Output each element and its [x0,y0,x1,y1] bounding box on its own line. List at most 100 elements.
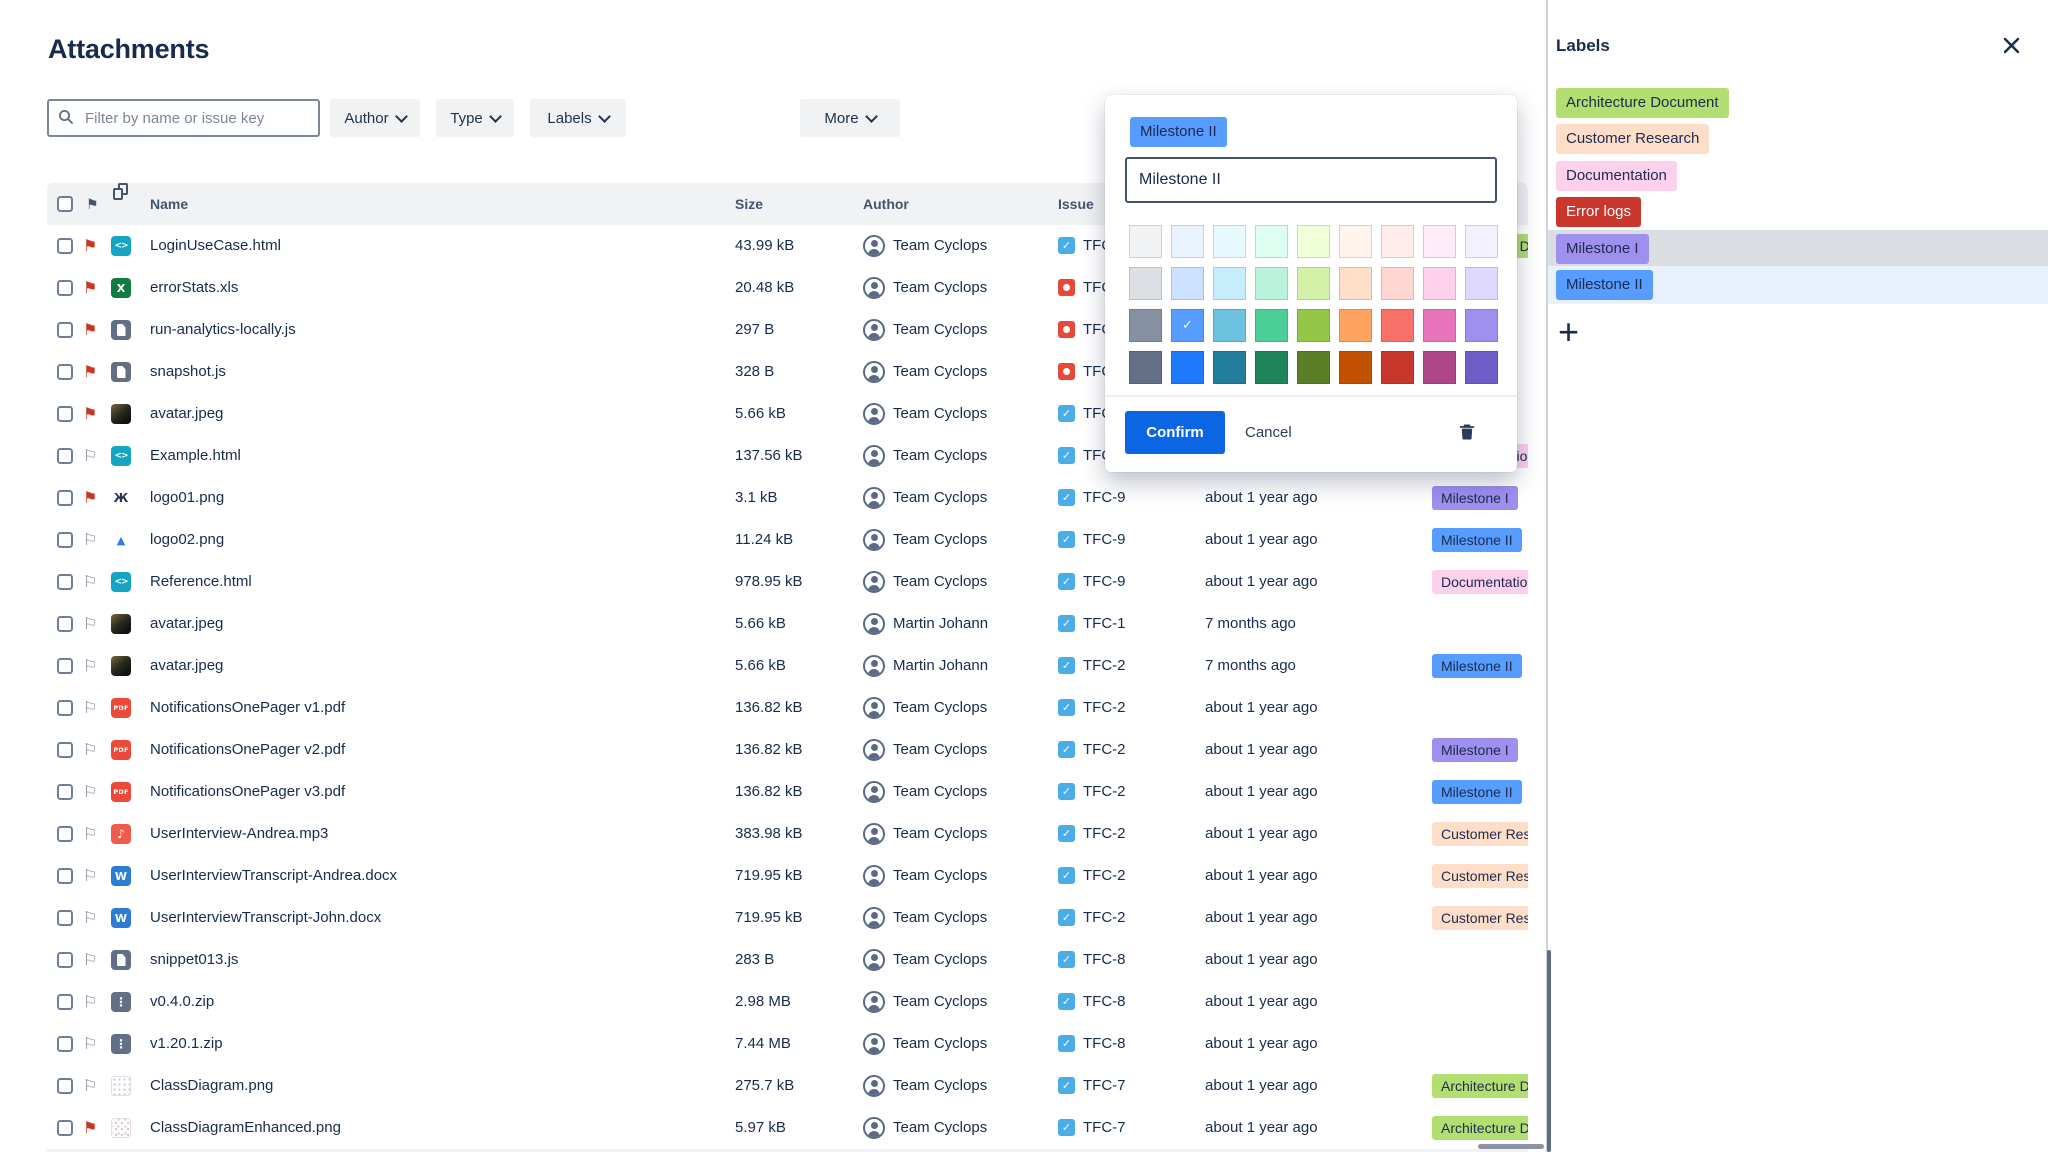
flag-outline-icon[interactable]: ⚐ [83,519,97,561]
color-swatch[interactable] [1255,351,1288,384]
label-pill[interactable]: Documentation [1432,570,1528,594]
filter-dropdown-more[interactable]: More [800,99,900,137]
flag-outline-icon[interactable]: ⚐ [83,729,97,771]
issue-key-link[interactable]: TFC-7 [1083,1065,1126,1107]
attachment-name-link[interactable]: ClassDiagram.png [150,1065,273,1107]
flag-outline-icon[interactable]: ⚐ [83,561,97,603]
color-swatch[interactable] [1381,309,1414,342]
issue-key-link[interactable]: TFC-2 [1083,645,1126,687]
attachment-name-link[interactable]: avatar.jpeg [150,603,223,645]
label-pill[interactable]: Milestone II [1432,654,1522,678]
flag-outline-icon[interactable]: ⚐ [83,1023,97,1065]
color-swatch[interactable] [1423,309,1456,342]
label-chip[interactable]: Milestone I [1556,234,1649,264]
issue-key-link[interactable]: TFC-9 [1083,561,1126,603]
row-checkbox[interactable] [57,1120,73,1136]
column-header-author[interactable]: Author [863,183,909,225]
color-swatch[interactable]: ✓ [1171,309,1204,342]
attachment-name-link[interactable]: run-analytics-locally.js [150,309,296,351]
flag-outline-icon[interactable]: ⚐ [83,981,97,1023]
color-swatch[interactable] [1339,309,1372,342]
add-label-button[interactable]: + [1558,312,1579,352]
flag-outline-icon[interactable]: ⚐ [83,645,97,687]
issue-key-link[interactable]: TFC-1 [1083,603,1126,645]
confirm-button[interactable]: Confirm [1125,411,1225,454]
attachment-name-link[interactable]: errorStats.xls [150,267,238,309]
label-pill[interactable]: Milestone I [1432,738,1518,762]
color-swatch[interactable] [1381,225,1414,258]
attachment-name-link[interactable]: UserInterview-Andrea.mp3 [150,813,328,855]
attachment-name-link[interactable]: snapshot.js [150,351,226,393]
select-all-checkbox[interactable] [57,196,73,212]
filter-dropdown-type[interactable]: Type [436,99,514,137]
vertical-scrollbar-thumb[interactable] [1547,950,1551,1152]
row-checkbox[interactable] [57,658,73,674]
flag-filled-icon[interactable]: ⚑ [83,477,97,519]
color-swatch[interactable] [1465,351,1498,384]
color-swatch[interactable] [1171,267,1204,300]
row-checkbox[interactable] [57,952,73,968]
color-swatch[interactable] [1213,225,1246,258]
issue-key-link[interactable]: TFC-8 [1083,981,1126,1023]
row-checkbox[interactable] [57,700,73,716]
attachment-name-link[interactable]: logo01.png [150,477,224,519]
row-checkbox[interactable] [57,616,73,632]
label-pill[interactable]: Milestone II [1432,780,1522,804]
label-chip[interactable]: Milestone II [1556,270,1653,300]
cancel-button[interactable]: Cancel [1245,411,1292,454]
delete-label-trash-icon[interactable] [1457,422,1477,442]
row-checkbox[interactable] [57,994,73,1010]
color-swatch[interactable] [1381,267,1414,300]
row-checkbox[interactable] [57,322,73,338]
flag-filled-icon[interactable]: ⚑ [83,267,97,309]
flag-outline-icon[interactable]: ⚐ [83,1065,97,1107]
row-checkbox[interactable] [57,364,73,380]
color-swatch[interactable] [1339,225,1372,258]
issue-key-link[interactable]: TFC-2 [1083,897,1126,939]
label-pill[interactable]: Customer Research [1432,864,1528,888]
flag-filled-icon[interactable]: ⚑ [83,225,97,267]
flag-outline-icon[interactable]: ⚐ [83,435,97,477]
label-name-input[interactable] [1125,157,1497,203]
column-header-size[interactable]: Size [735,183,763,225]
issue-key-link[interactable]: TFC-9 [1083,519,1126,561]
row-checkbox[interactable] [57,868,73,884]
row-checkbox[interactable] [57,238,73,254]
color-swatch[interactable] [1213,267,1246,300]
color-swatch[interactable] [1171,225,1204,258]
row-checkbox[interactable] [57,826,73,842]
row-checkbox[interactable] [57,448,73,464]
attachment-name-link[interactable]: avatar.jpeg [150,393,223,435]
color-swatch[interactable] [1423,267,1456,300]
attachment-name-link[interactable]: ClassDiagramEnhanced.png [150,1107,341,1149]
label-pill[interactable]: Architecture Document [1432,1074,1528,1098]
attachment-name-link[interactable]: UserInterviewTranscript-John.docx [150,897,381,939]
color-swatch[interactable] [1213,309,1246,342]
flag-outline-icon[interactable]: ⚐ [83,897,97,939]
flag-outline-icon[interactable]: ⚐ [83,855,97,897]
attachment-name-link[interactable]: logo02.png [150,519,224,561]
flag-outline-icon[interactable]: ⚐ [83,687,97,729]
issue-key-link[interactable]: TFC-7 [1083,1107,1126,1149]
label-pill[interactable]: Customer Research [1432,822,1528,846]
attachment-name-link[interactable]: UserInterviewTranscript-Andrea.docx [150,855,397,897]
label-pill[interactable]: Customer Research [1432,906,1528,930]
color-swatch[interactable] [1171,351,1204,384]
color-swatch[interactable] [1339,267,1372,300]
row-checkbox[interactable] [57,1078,73,1094]
issue-key-link[interactable]: TFC-2 [1083,771,1126,813]
flag-outline-icon[interactable]: ⚐ [83,939,97,981]
attachment-name-link[interactable]: Reference.html [150,561,252,603]
flag-filled-icon[interactable]: ⚑ [83,351,97,393]
attachment-name-link[interactable]: LoginUseCase.html [150,225,281,267]
label-chip[interactable]: Documentation [1556,161,1677,191]
label-pill[interactable]: Architecture Document [1432,1116,1528,1140]
horizontal-scrollbar-thumb[interactable] [1478,1144,1544,1149]
color-swatch[interactable] [1129,225,1162,258]
row-checkbox[interactable] [57,742,73,758]
color-swatch[interactable] [1423,225,1456,258]
color-swatch[interactable] [1297,309,1330,342]
row-checkbox[interactable] [57,406,73,422]
color-swatch[interactable] [1339,351,1372,384]
column-header-name[interactable]: Name [150,183,188,225]
